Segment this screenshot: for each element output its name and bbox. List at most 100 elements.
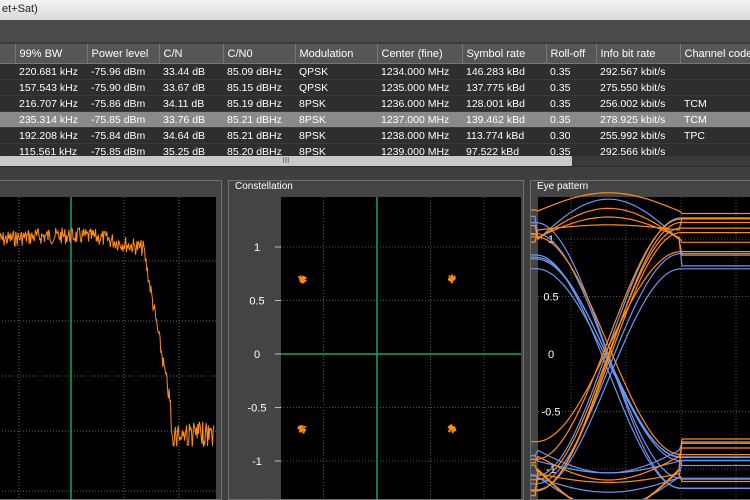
y-tick-label: 0.5 [249,296,264,308]
table-cell: 220.681 kHz [15,63,87,80]
table-cell: 256.002 kbit/s [596,95,680,112]
column-header-power-level[interactable]: Power level [87,44,160,64]
constellation-title: Constellation [233,181,295,192]
table-cell: TCM [680,95,750,112]
table-cell: 85.19 dBHz [223,95,295,112]
column-header-99-bw[interactable]: 99% BW [15,44,88,64]
table-cell: 1237.000 MHz [377,111,462,128]
row-index-cell[interactable] [0,95,15,112]
row-index-cell[interactable] [0,63,15,80]
column-header-symbol-rate[interactable]: Symbol rate [462,44,547,64]
table-cell: QPSK [295,79,377,96]
table-cell: 0.35 [546,111,596,128]
spectrum-panel [0,180,222,500]
column-header-roll-off[interactable]: Roll-off [546,44,597,64]
table-cell: 275.550 kbit/s [596,79,680,96]
table-cell: 1235.000 MHz [377,79,462,96]
table-cell: 8PSK [295,111,377,128]
table-row[interactable]: 192.208 kHz -75.84 dBm 34.64 dB 85.21 dBHz 8… [0,127,750,144]
table-cell: -75.90 dBm [87,79,159,96]
row-index-cell[interactable] [0,127,15,144]
horizontal-scrollbar[interactable]: III [0,155,750,167]
table-cell: 33.44 dB [159,63,223,80]
table-cell: 216.707 kHz [15,95,87,112]
scrollbar-thumb[interactable]: III [0,156,572,166]
constellation-point [299,276,302,279]
table-cell: 85.15 dBHz [223,79,295,96]
constellation-point [449,428,452,431]
table-cell: 137.775 kBd [462,79,546,96]
table-cell: 157.543 kHz [15,79,87,96]
table-cell: 1236.000 MHz [377,95,462,112]
table-cell: 139.462 kBd [462,111,546,128]
table-cell: 1234.000 MHz [377,63,462,80]
table-cell: -75.96 dBm [87,63,159,80]
table-cell: -75.84 dBm [87,127,159,144]
table-cell: 0.35 [546,63,596,80]
table-cell: 8PSK [295,127,377,144]
table-cell: 255.992 kbit/s [596,127,680,144]
constellation-point [450,424,453,427]
constellation-point [301,428,303,431]
column-header-center-fine[interactable]: Center (fine) [377,44,463,64]
table-row[interactable]: 216.707 kHz -75.86 dBm 34.11 dB 85.19 dBHz 8… [0,95,750,112]
splitter[interactable] [0,167,750,180]
y-tick-label: 0.5 [543,292,558,304]
table-cell: -75.85 dBm [87,111,159,128]
row-index-cell[interactable] [0,79,15,96]
column-header-modulation[interactable]: Modulation [295,44,378,64]
table-cell: 33.76 dB [159,111,223,128]
eye-pattern-panel: 1 0.5 0 -0.5 -1 Eye pattern [530,180,750,500]
column-header-index[interactable] [0,44,16,64]
y-tick-label: -1 [252,456,262,468]
table-cell: 128.001 kBd [462,95,546,112]
table-cell: 192.208 kHz [15,127,87,144]
y-tick-label: -0.5 [542,407,561,419]
toolbar [0,20,750,42]
constellation-point [453,426,455,429]
column-header-c-n[interactable]: C/N [159,44,224,64]
table-cell: 8PSK [295,95,377,112]
table-cell [680,79,750,96]
y-tick-label: 0 [254,349,260,361]
constellation-point [451,274,454,277]
table-cell: 85.21 dBHz [223,111,295,128]
row-index-cell[interactable] [0,111,15,128]
table-row[interactable]: 157.543 kHz -75.90 dBm 33.67 dB 85.15 dBHz Q… [0,79,750,96]
column-header-c-n0[interactable]: C/N0 [223,44,296,64]
table-cell: 278.925 kbit/s [596,111,680,128]
eye-pattern-plot: 10.50-0.5-1 [531,181,750,499]
constellation-plot: 1 0.5 0 -0.5 -1 [229,181,523,499]
table-cell: TCM [680,111,750,128]
table-row[interactable]: 235.314 kHz -75.85 dBm 33.76 dB 85.21 dBHz 8… [0,111,750,128]
constellation-point [453,275,456,278]
table-cell: 85.09 dBHz [223,63,295,80]
window-title: et+Sat) [2,3,38,15]
table-cell: -75.86 dBm [87,95,159,112]
constellation-point [448,429,450,432]
eye-pattern-title: Eye pattern [535,181,591,192]
table-cell: 292.567 kbit/s [596,63,680,80]
constellation-point [451,430,454,433]
table-cell: 34.64 dB [159,127,223,144]
table-cell: 34.11 dB [159,95,223,112]
column-header-info-bit-rate[interactable]: Info bit rate [596,44,681,64]
constellation-point [451,278,454,281]
table-cell: 85.21 dBHz [223,127,295,144]
window-title-bar: et+Sat) [0,0,750,21]
constellation-point [301,281,304,284]
constellation-point [454,429,457,432]
constellation-panel: 1 0.5 0 -0.5 -1 Constellation [228,180,524,500]
constellation-point [304,425,307,428]
y-tick-label: -0.5 [248,403,267,415]
column-header-channel-code[interactable]: Channel code [680,44,750,64]
signal-table-grid: 99% BW Power level C/N C/N0 Modulation Center… [0,44,750,160]
table-cell: 235.314 kHz [15,111,87,128]
constellation-point [451,428,454,431]
constellation-point [298,427,301,430]
table-row[interactable]: 220.681 kHz -75.96 dBm 33.44 dB 85.09 dBHz Q… [0,63,750,80]
constellation-point [298,430,301,433]
table-cell: 0.35 [546,79,596,96]
table-cell: 113.774 kBd [462,127,546,144]
constellation-point [447,278,450,281]
